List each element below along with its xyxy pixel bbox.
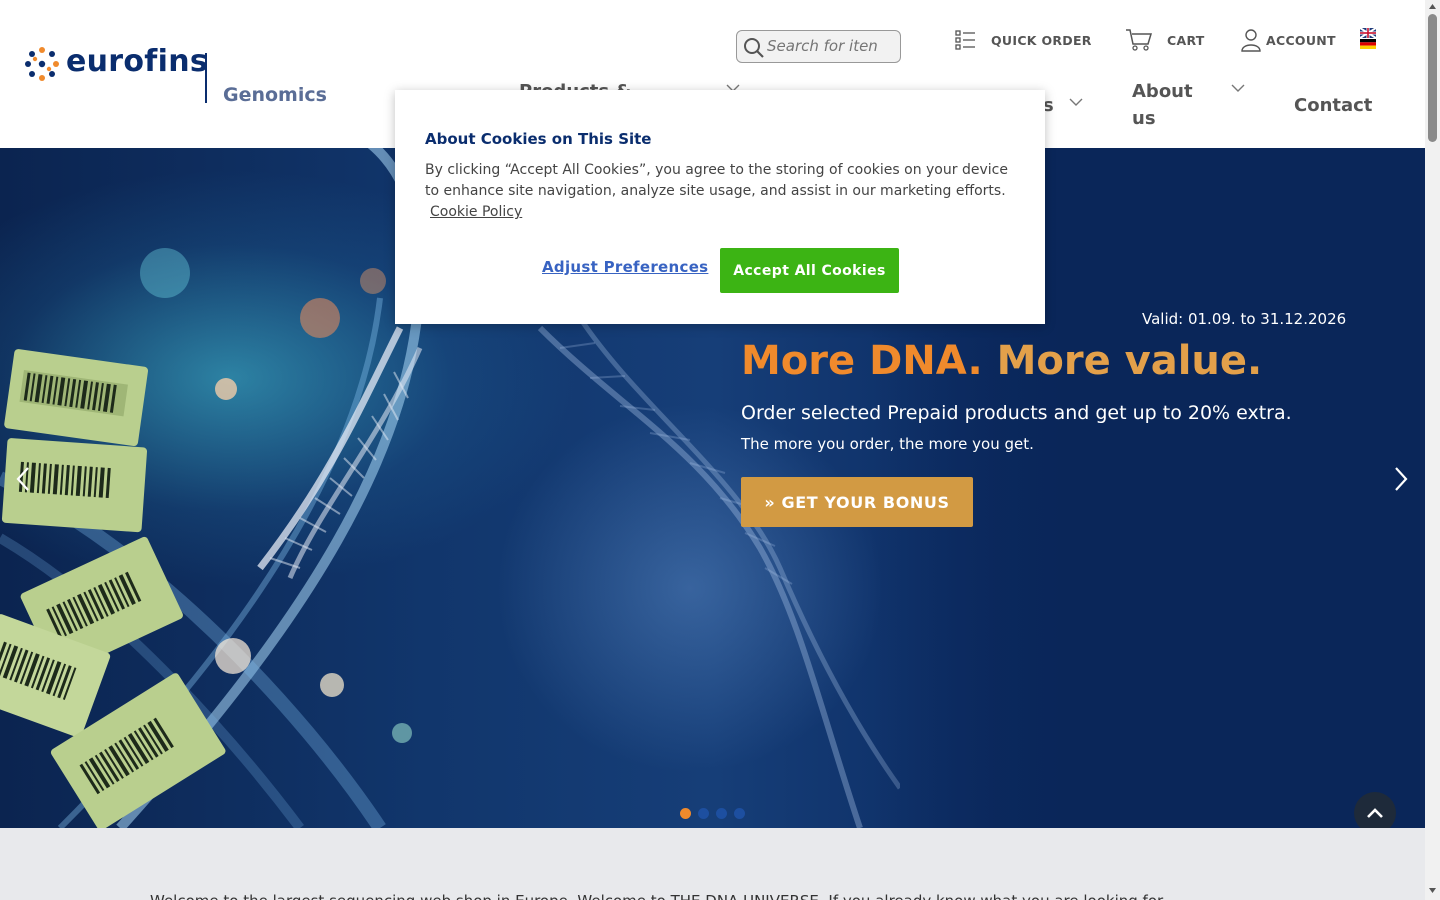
- bokeh-light: [320, 673, 344, 697]
- cart-icon: [1126, 29, 1153, 51]
- welcome-section: Welcome to the largest sequencing web sh…: [0, 828, 1425, 900]
- logo-divider: [205, 53, 207, 103]
- hero-title: More DNA. More value.: [741, 338, 1262, 384]
- eurofins-dots-logo-icon: [25, 47, 59, 81]
- carousel-pagination: [680, 808, 745, 819]
- search-box[interactable]: [736, 30, 901, 63]
- accept-all-cookies-button[interactable]: Accept All Cookies: [720, 248, 899, 293]
- chevron-down-icon[interactable]: [1231, 84, 1245, 93]
- get-your-bonus-button[interactable]: » GET YOUR BONUS: [741, 477, 973, 527]
- carousel-dot[interactable]: [734, 808, 745, 819]
- offer-validity: Valid: 01.09. to 31.12.2026: [1142, 310, 1347, 328]
- scrollbar-thumb[interactable]: [1428, 14, 1437, 142]
- chevron-down-icon[interactable]: [1069, 98, 1083, 107]
- bokeh-light: [392, 723, 412, 743]
- user-icon: [1241, 29, 1261, 52]
- logo-wordmark: eurofins: [66, 44, 209, 79]
- cookie-policy-link[interactable]: Cookie Policy: [430, 204, 522, 220]
- carousel-next-arrow-icon[interactable]: [1391, 466, 1411, 492]
- scroll-down-arrow-icon[interactable]: [1428, 886, 1437, 895]
- bokeh-light: [140, 248, 190, 298]
- carousel-dot[interactable]: [698, 808, 709, 819]
- account-label: ACCOUNT: [1266, 32, 1336, 48]
- search-icon[interactable]: [743, 37, 765, 59]
- scroll-up-arrow-icon[interactable]: [1428, 2, 1437, 11]
- cart-label: CART: [1167, 32, 1205, 48]
- search-input[interactable]: [767, 37, 895, 55]
- cookie-consent-dialog: About Cookies on This Site By clicking “…: [395, 90, 1045, 324]
- nav-about-line1: About: [1132, 81, 1193, 102]
- quick-order-link[interactable]: QUICK ORDER: [955, 26, 1092, 54]
- list-icon: [955, 30, 975, 50]
- adjust-preferences-button[interactable]: Adjust Preferences: [542, 258, 708, 276]
- hero-subtitle-secondary: The more you order, the more you get.: [741, 435, 1034, 453]
- welcome-text: Welcome to the largest sequencing web sh…: [150, 892, 1176, 900]
- carousel-dot[interactable]: [680, 808, 691, 819]
- page-scrollbar[interactable]: [1425, 0, 1440, 900]
- account-link[interactable]: ACCOUNT: [1240, 26, 1336, 54]
- barcode-labels-image: [0, 349, 226, 828]
- nav-contact[interactable]: Contact: [1294, 92, 1372, 119]
- bokeh-light: [300, 298, 340, 338]
- bokeh-light: [360, 268, 386, 294]
- eurofins-genomics-logo[interactable]: eurofins Genomics: [24, 44, 327, 108]
- quick-order-label: QUICK ORDER: [991, 32, 1092, 48]
- chevron-up-icon: [1367, 808, 1383, 818]
- cookie-dialog-text: By clicking “Accept All Cookies”, you ag…: [425, 162, 1008, 199]
- nav-about-us[interactable]: About us: [1132, 78, 1193, 132]
- cart-link[interactable]: CART: [1125, 26, 1205, 54]
- carousel-prev-arrow-icon[interactable]: [13, 466, 33, 492]
- logo-division: Genomics: [223, 84, 327, 106]
- hero-title-part2: More value.: [996, 338, 1263, 384]
- hero-subtitle: Order selected Prepaid products and get …: [741, 402, 1292, 424]
- cookie-dialog-title: About Cookies on This Site: [425, 130, 652, 148]
- cookie-dialog-body: By clicking “Accept All Cookies”, you ag…: [425, 160, 1025, 223]
- nav-about-line2: us: [1132, 108, 1156, 129]
- hero-title-part1: More DNA.: [741, 338, 983, 384]
- language-flag-icon[interactable]: [1360, 28, 1376, 49]
- carousel-dot[interactable]: [716, 808, 727, 819]
